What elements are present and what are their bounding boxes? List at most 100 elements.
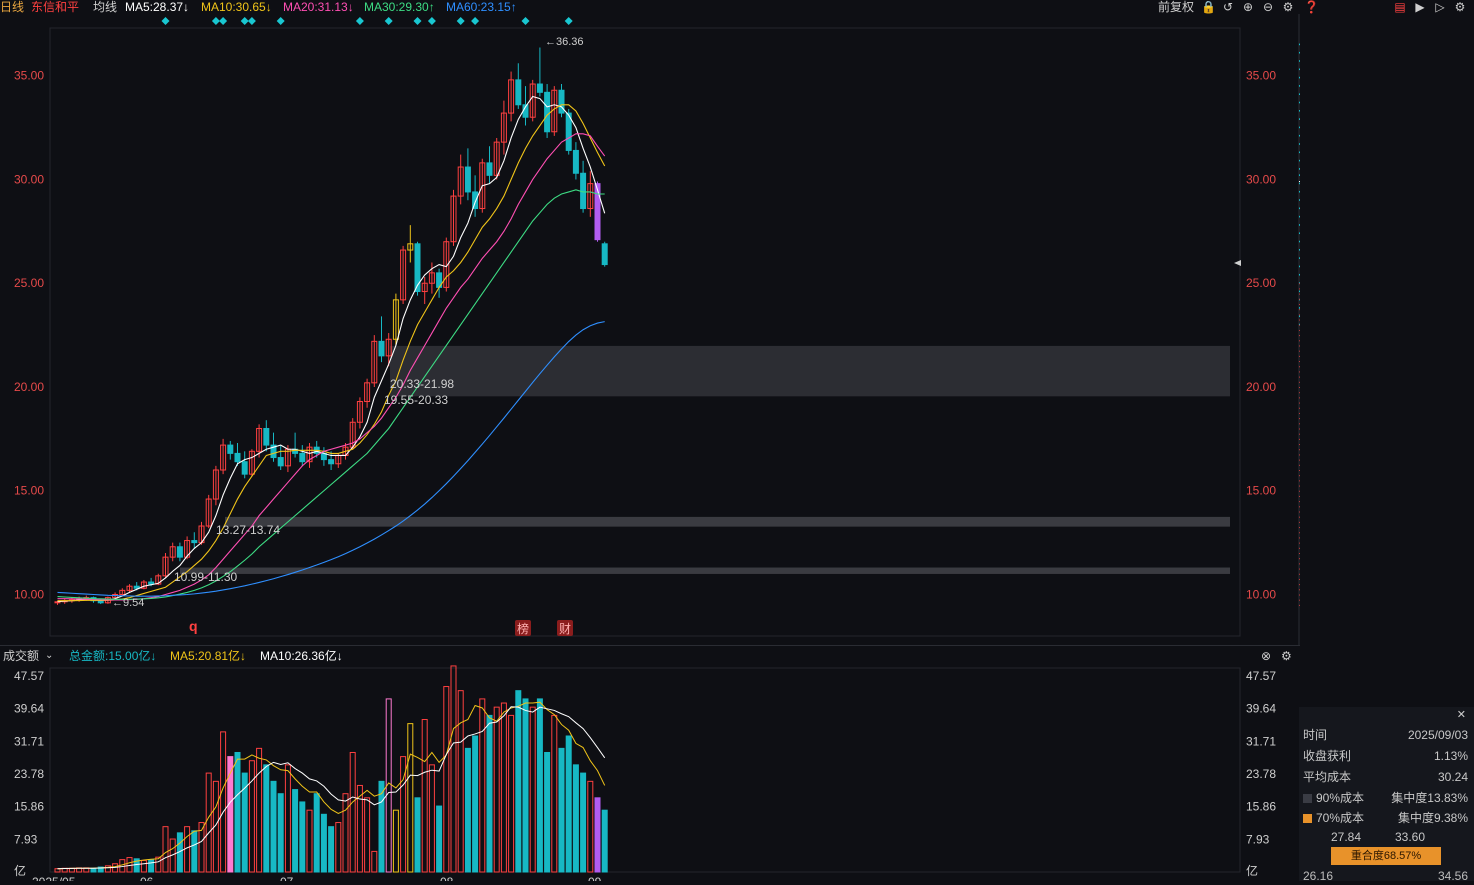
volume-bar [493, 706, 500, 873]
chip-bar [1299, 199, 1300, 201]
stock-name[interactable]: 东信和平 [31, 0, 79, 14]
chevron-down-icon[interactable]: ⌄ [45, 648, 53, 664]
chip-bar [1299, 118, 1300, 120]
chip-bar-low [1299, 584, 1300, 586]
price-chart[interactable]: 35.00 35.00 30.00 30.00 25.00 25.00 20.00 20.00… [0, 14, 1300, 646]
volume-bar [162, 826, 169, 873]
chip-bar-low [1299, 521, 1300, 523]
chip-bar [1299, 190, 1300, 193]
close-icon-panel[interactable]: ✕ [1457, 708, 1466, 721]
x-axis-label: 07 [280, 875, 294, 881]
adjust-button[interactable]: 前复权 [1158, 0, 1194, 14]
gear-icon[interactable]: ⚙ [1281, 0, 1295, 14]
chip-bar-low [1299, 490, 1300, 492]
chip-bar [1299, 232, 1300, 235]
c90-concentration: 集中度13.83% [1391, 791, 1468, 805]
next-icon[interactable]: ▷ [1433, 0, 1447, 14]
ma5-value: MA5:28.37↓ [125, 0, 190, 14]
volume-tick-left: 亿 [14, 863, 26, 878]
chip-bar-low [1299, 340, 1300, 342]
signal-diamond-icon [521, 17, 530, 25]
volume-bar [284, 764, 291, 873]
volume-bar [479, 698, 486, 873]
price-tick-right: 20.00 [1246, 380, 1276, 394]
x-axis-label: 08 [440, 875, 454, 881]
candle-body [594, 183, 601, 241]
candle-body [544, 91, 551, 133]
volume-bar [220, 731, 227, 873]
volume-bar [306, 809, 313, 873]
period-label[interactable]: 日线 [0, 0, 24, 14]
chip-bar-low [1299, 402, 1300, 404]
chip-bar-low [1299, 350, 1300, 352]
chip-bar [1299, 207, 1300, 210]
volume-bar [184, 826, 191, 873]
volume-chart[interactable]: 47.57 47.57 39.64 39.64 31.71 31.71 23.78 23.78… [0, 664, 1300, 881]
chip-info-panel: ✕ 时间 2025/09/03 收盘获利 1.13% 平均成本 30.24 90%成本… [1299, 707, 1474, 883]
candle-body [464, 166, 471, 193]
zoom-out-icon[interactable]: ⊖ [1261, 0, 1275, 14]
chip-bar [1299, 315, 1300, 318]
volume-label[interactable]: 成交额 [3, 648, 39, 664]
volume-bar [515, 690, 522, 873]
zone-label-2: 19.55-20.33 [384, 393, 448, 407]
chip-bar [1299, 168, 1300, 170]
chip-bar [1299, 307, 1300, 309]
undo-icon[interactable]: ↺ [1221, 0, 1235, 14]
high-annotation: ←36.36 [545, 36, 584, 48]
chip-bar-low [1299, 392, 1300, 394]
support-zone [225, 516, 1230, 527]
volume-bar [565, 735, 572, 873]
candle-body [572, 149, 579, 174]
gear-icon-volume[interactable]: ⚙ [1281, 648, 1292, 664]
zoom-in-icon[interactable]: ⊕ [1241, 0, 1255, 14]
volume-tick-left: 15.86 [14, 800, 44, 814]
chip-bar [1299, 85, 1300, 87]
volume-bar [342, 793, 349, 873]
profit-label: 收盘获利 [1303, 749, 1352, 763]
cai-badge[interactable]: 财 [559, 622, 571, 636]
c90-swatch[interactable] [1303, 794, 1312, 803]
chip-bar-low [1299, 578, 1300, 580]
price-tick-left: 35.00 [14, 69, 44, 83]
chip-bar [1299, 174, 1300, 176]
zone-label-4: 10.99-11.30 [174, 570, 237, 584]
marker-q: q [189, 618, 198, 634]
low-annotation: ←9.54 [112, 597, 144, 609]
close-icon[interactable]: ⊗ [1261, 648, 1271, 664]
chip-bar [1299, 265, 1300, 268]
price-chart-frame [49, 27, 1241, 637]
chip-bar [1299, 68, 1300, 71]
settings-icon[interactable]: ⚙ [1453, 0, 1467, 14]
chip-bar-low [1299, 386, 1300, 388]
volume-bar [436, 805, 443, 873]
chip-bar [1299, 134, 1300, 137]
chip-bar-low [1299, 527, 1300, 529]
signal-diamond-icon [161, 17, 170, 25]
volume-bar [54, 868, 61, 873]
chip-bar-low [1299, 542, 1300, 544]
volume-bar [551, 714, 558, 873]
chip-bar-low [1299, 309, 1300, 311]
volume-bar [464, 747, 471, 873]
signal-diamond-icon [219, 17, 228, 25]
volume-bar [544, 751, 551, 873]
signal-diamond-icon [456, 17, 465, 25]
bang-badge[interactable]: 榜 [517, 621, 529, 636]
signal-diamond-icon [211, 17, 220, 25]
help-icon[interactable]: ❓ [1304, 0, 1319, 14]
volume-bar [234, 751, 241, 873]
volume-bar [277, 793, 284, 873]
ma10-value: MA10:30.65↓ [201, 0, 272, 14]
volume-bar [443, 686, 450, 873]
volume-bar [421, 719, 428, 873]
c70-swatch[interactable] [1303, 814, 1312, 823]
chip-bar-low [1299, 376, 1300, 378]
chip-bar-low [1299, 407, 1300, 409]
indicator-label[interactable]: 均线 [93, 0, 117, 14]
chip-view-icon[interactable]: ▤ [1393, 0, 1407, 14]
play-icon[interactable]: ▶ [1413, 0, 1427, 14]
price-tick-right: 35.00 [1246, 69, 1276, 83]
lock-icon[interactable]: 🔒 [1201, 0, 1216, 14]
candle-body [97, 600, 104, 604]
